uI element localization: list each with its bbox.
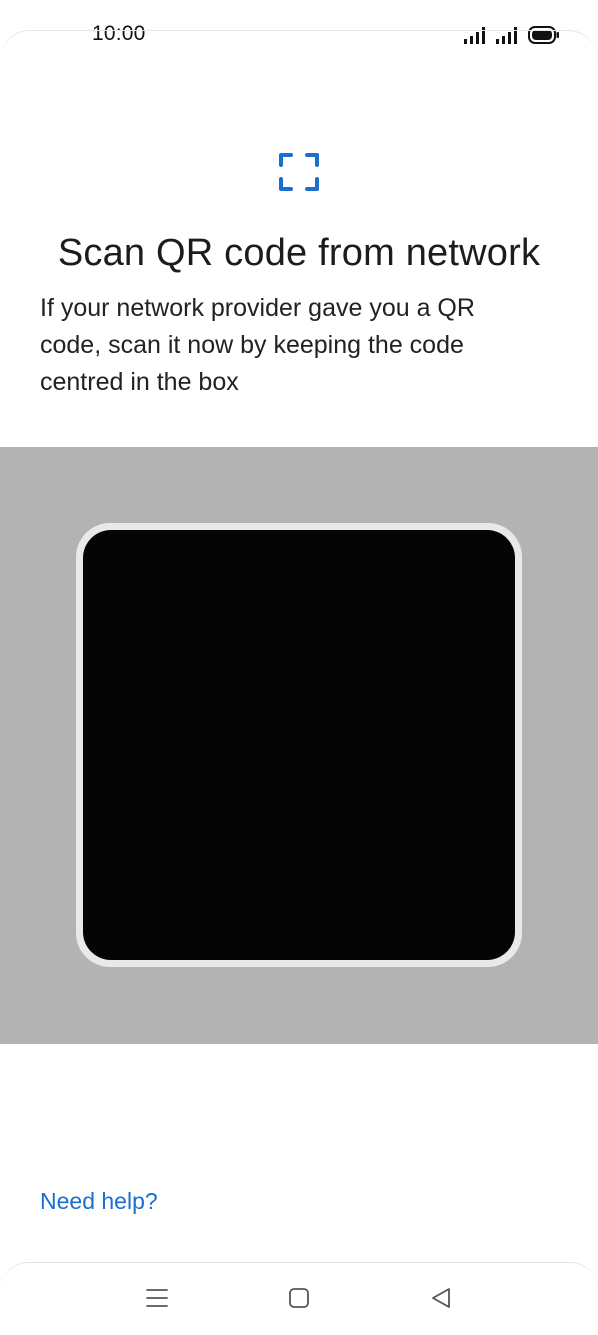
menu-button[interactable] — [142, 1285, 172, 1315]
status-icons — [464, 22, 560, 48]
need-help-link[interactable]: Need help? — [40, 1188, 158, 1215]
status-time: 10:00 — [92, 22, 146, 45]
home-button[interactable] — [284, 1285, 314, 1315]
scanner-area — [0, 447, 598, 1044]
battery-icon — [528, 26, 560, 44]
page-description: If your network provider gave you a QR c… — [40, 294, 475, 396]
home-icon — [287, 1286, 311, 1315]
camera-view[interactable] — [83, 530, 515, 960]
status-bar: 10:00 — [0, 0, 598, 70]
signal-icon — [464, 26, 490, 44]
qr-scan-icon — [279, 152, 319, 192]
back-button[interactable] — [426, 1285, 456, 1315]
back-icon — [429, 1286, 453, 1315]
menu-icon — [145, 1287, 169, 1314]
signal-icon — [496, 26, 522, 44]
page-title: Scan QR code from network — [57, 232, 541, 274]
navigation-bar — [0, 1262, 598, 1335]
scanner-frame — [76, 523, 522, 967]
